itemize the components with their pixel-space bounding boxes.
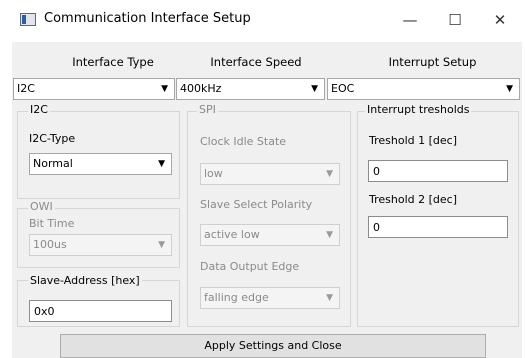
threshold-1-label: Treshold 1 [dec] <box>369 134 457 147</box>
slave-address-input[interactable] <box>29 300 172 322</box>
chevron-down-icon: ▼ <box>326 293 333 303</box>
spi-output-edge-select[interactable]: falling edge ▼ <box>200 287 340 309</box>
threshold-2-input[interactable] <box>368 216 508 238</box>
chevron-down-icon: ▼ <box>161 84 168 94</box>
spi-ss-polarity-select[interactable]: active low ▼ <box>200 224 340 246</box>
maximize-button[interactable]: ☐ <box>432 0 478 40</box>
spi-group-title: SPI <box>197 103 218 116</box>
interface-type-header: Interface Type <box>72 55 154 69</box>
i2c-type-label: I2C-Type <box>29 132 76 145</box>
spi-output-edge-value: falling edge <box>204 291 269 304</box>
owi-bit-time-label: Bit Time <box>29 217 75 230</box>
threshold-2-label: Treshold 2 [dec] <box>369 193 457 206</box>
chevron-down-icon: ▼ <box>158 159 165 169</box>
title-bar[interactable]: Communication Interface Setup — ☐ ✕ <box>0 0 525 40</box>
chevron-down-icon: ▼ <box>326 230 333 240</box>
interface-type-select[interactable]: I2C ▼ <box>13 78 175 100</box>
owi-bit-time-select[interactable]: 100us ▼ <box>29 234 172 256</box>
spi-clock-idle-value: low <box>204 167 223 180</box>
spi-ss-polarity-label: Slave Select Polarity <box>200 198 313 211</box>
chevron-down-icon: ▼ <box>326 169 333 179</box>
interface-speed-select[interactable]: 400kHz ▼ <box>176 78 325 100</box>
apply-settings-button[interactable]: Apply Settings and Close <box>60 334 486 358</box>
owi-bit-time-value: 100us <box>33 238 67 251</box>
owi-group-title: OWI <box>28 200 55 213</box>
interface-speed-value: 400kHz <box>180 82 222 95</box>
spi-ss-polarity-value: active low <box>204 228 260 241</box>
window-title: Communication Interface Setup <box>44 11 251 26</box>
spi-clock-idle-select[interactable]: low ▼ <box>200 163 340 185</box>
spi-output-edge-label: Data Output Edge <box>200 260 300 273</box>
i2c-type-select[interactable]: Normal ▼ <box>29 153 172 175</box>
interrupt-thresholds-title: Interrupt tresholds <box>365 103 472 116</box>
slave-address-label: Slave-Address [hex] <box>28 274 142 287</box>
close-button[interactable]: ✕ <box>477 0 523 40</box>
chevron-down-icon: ▼ <box>311 84 318 94</box>
window-icon <box>20 13 36 26</box>
spi-clock-idle-label: Clock Idle State <box>200 135 287 148</box>
interrupt-setup-value: EOC <box>331 82 355 95</box>
interrupt-setup-header: Interrupt Setup <box>388 55 477 69</box>
interface-type-value: I2C <box>17 82 35 95</box>
chevron-down-icon: ▼ <box>506 84 513 94</box>
interrupt-setup-select[interactable]: EOC ▼ <box>327 78 520 100</box>
interface-speed-header: Interface Speed <box>210 55 302 69</box>
threshold-1-input[interactable] <box>368 160 508 182</box>
i2c-group-title: I2C <box>28 103 50 116</box>
minimize-button[interactable]: — <box>387 0 433 40</box>
chevron-down-icon: ▼ <box>158 240 165 250</box>
i2c-type-value: Normal <box>33 157 73 170</box>
